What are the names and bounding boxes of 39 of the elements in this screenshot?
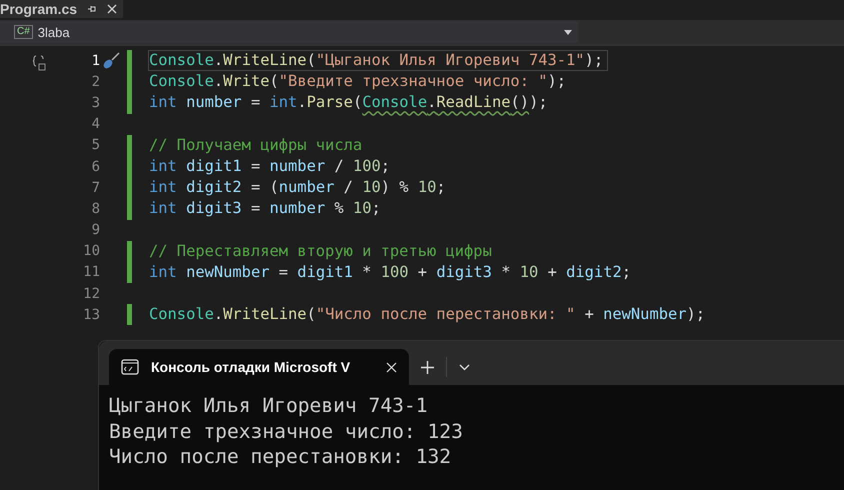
plus-icon[interactable]	[421, 360, 434, 374]
code-line: // Получаем цифры числа	[148, 134, 364, 156]
line-number: 7	[92, 180, 100, 196]
code-line: int digit2 = (number / 10) % 10;	[148, 177, 447, 198]
line-number: 9	[92, 222, 100, 238]
line-number: 8	[92, 200, 100, 217]
line-number: 3	[92, 94, 100, 111]
line-number: 2	[92, 74, 100, 90]
code-line: int digit1 = number / 100;	[148, 156, 392, 178]
line-number: 5	[92, 137, 100, 154]
line-number: 13	[83, 306, 100, 323]
close-icon[interactable]	[107, 4, 118, 14]
console-output-line: Число после перестановки: 132	[109, 444, 452, 470]
console-output-line: Цыганок Илья Игоревич 743-1	[109, 393, 429, 418]
close-icon[interactable]	[386, 362, 397, 372]
project-name: 3laba	[38, 24, 71, 40]
code-line: Console.Write("Введите трехзначное число: ");	[148, 71, 568, 92]
line-number: 6	[92, 158, 100, 175]
code-line: Console.WriteLine("Число после перестановки: " + newNumber);	[148, 304, 706, 326]
code-line: int newNumber = digit1 * 100 + digit3 * 10 + digit2;	[148, 262, 632, 283]
caret-icon	[564, 30, 572, 34]
screwdriver-icon	[102, 52, 120, 70]
code-line: // Переставляем вторую и третью цифры	[148, 240, 493, 262]
terminal-icon	[121, 359, 139, 375]
braces-icon	[32, 54, 48, 71]
pin-icon[interactable]	[87, 4, 98, 14]
line-number: 11	[83, 264, 100, 280]
code-line: int number = int.Parse(Console.ReadLine());	[148, 92, 549, 114]
file-tab[interactable]: Program.cs	[0, 0, 124, 18]
console-tab[interactable]: Консоль отладки Microsoft V	[109, 349, 409, 385]
code-line: int digit3 = number % 10;	[148, 198, 382, 220]
line-number: 4	[92, 116, 100, 132]
line-number: 1	[92, 52, 100, 69]
line-number: 10	[83, 243, 100, 260]
project-dropdown[interactable]: C# 3laba	[0, 21, 578, 43]
line-number: 12	[83, 286, 100, 302]
csharp-badge: C#	[14, 25, 33, 39]
console-output-line: Введите трехзначное число: 123	[109, 418, 464, 444]
chevron-down-icon[interactable]	[459, 364, 470, 370]
